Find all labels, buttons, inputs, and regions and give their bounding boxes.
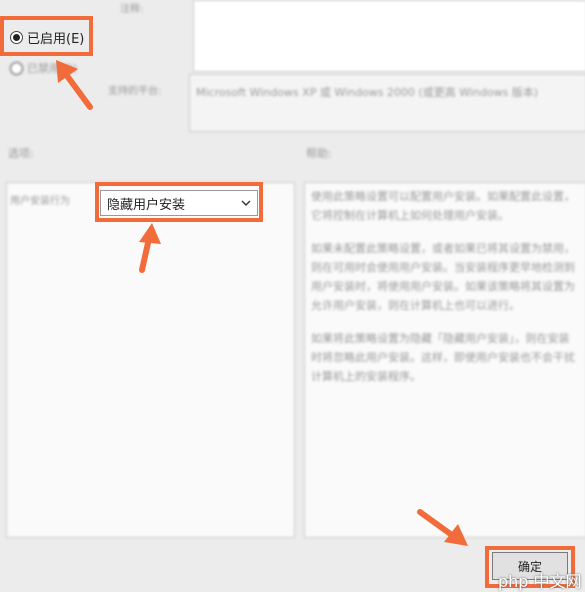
supported-on-value: Microsoft Windows XP 或 Windows 2000 (或更高… [196, 86, 539, 99]
help-heading: 帮助: [306, 147, 332, 160]
highlight-enabled-option [0, 16, 93, 56]
options-field-label: 用户安装行为 [10, 196, 70, 207]
arrow-to-enabled-icon [56, 60, 93, 110]
radio-disabled-dot[interactable] [10, 61, 23, 75]
help-paragraph-1: 使用此策略设置可以配置用户安装。如果配置此设置，它将控制在计算机上如何处理用户安… [311, 190, 575, 222]
supported-on-label: 支持的平台: [108, 86, 162, 97]
comment-textbox[interactable] [193, 0, 585, 72]
help-paragraph-3: 如果将此策略设置为隐藏「隐藏用户安装」，则在安装时将忽略此用户安装。这样，即使用… [311, 332, 575, 383]
arrow-to-dropdown-icon [139, 223, 161, 273]
supported-on-box: Microsoft Windows XP 或 Windows 2000 (或更高… [189, 74, 585, 132]
comment-label: 注释: [120, 4, 144, 15]
highlight-dropdown [95, 182, 263, 222]
arrow-to-ok-icon [417, 509, 468, 546]
help-panel: 使用此策略设置可以配置用户安装。如果配置此设置，它将控制在计算机上如何处理用户安… [304, 182, 585, 538]
watermark-text: php 中文网 [498, 572, 582, 591]
help-paragraph-2: 如果未配置此策略设置，或者如果已将其设置为禁用，则在可用时会使用用户安装。当安装… [311, 242, 575, 312]
options-heading: 选项: [8, 147, 34, 160]
